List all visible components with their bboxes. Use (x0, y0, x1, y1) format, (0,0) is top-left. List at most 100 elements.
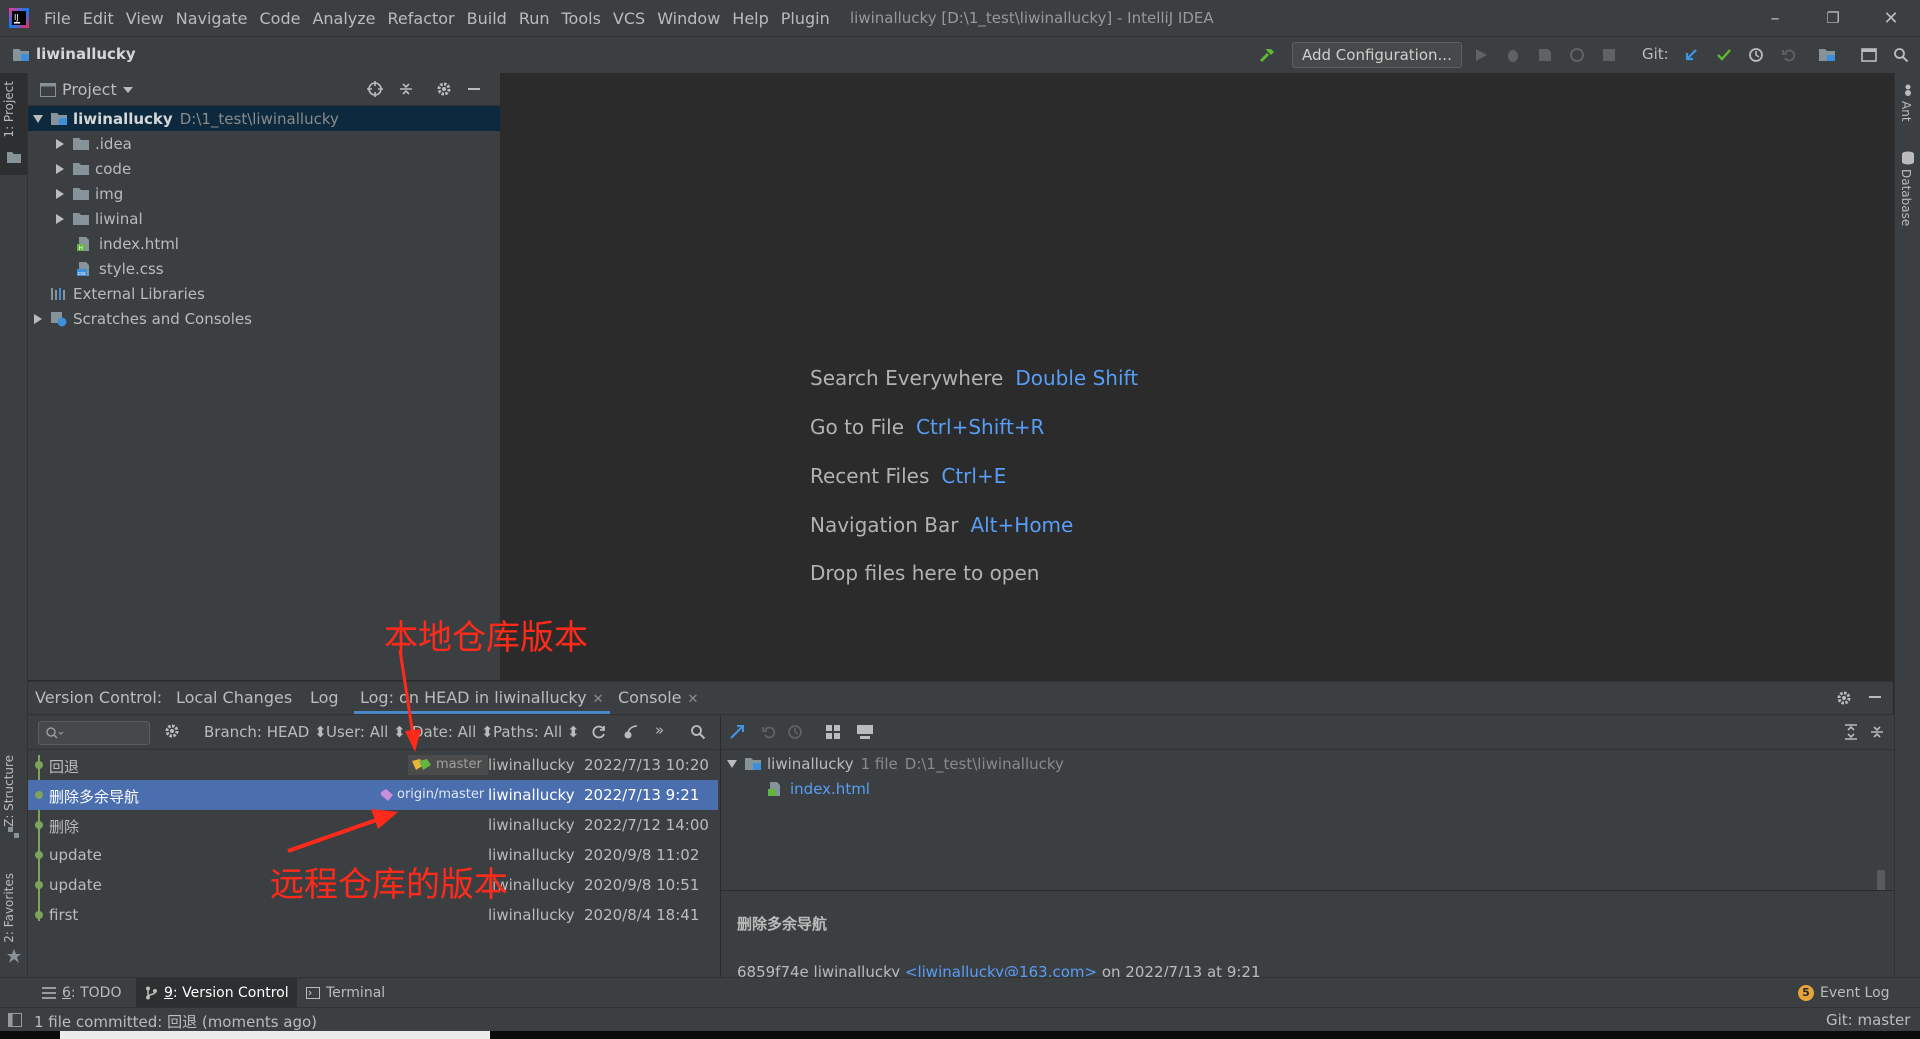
version-control-tool-tab[interactable]: 9: Version Control (136, 978, 297, 1008)
gear-icon[interactable] (434, 80, 454, 98)
git-branch-widget[interactable]: Git: master (1826, 1011, 1910, 1029)
paths-filter[interactable]: Paths: All ⬍ (493, 723, 580, 741)
tree-item-code[interactable]: code (28, 156, 500, 181)
profile-icon[interactable] (1566, 45, 1588, 65)
tree-item-external-libraries[interactable]: External Libraries (28, 281, 500, 306)
changes-root[interactable]: liwinallucky 1 file D:\1_test\liwinalluc… (721, 751, 1894, 776)
user-filter[interactable]: User: All ⬍ (326, 723, 406, 741)
presentation-icon[interactable] (1858, 45, 1880, 65)
menu-code[interactable]: Code (260, 9, 301, 28)
expand-arrow-icon[interactable] (54, 163, 66, 175)
todo-tool-tab[interactable]: 6: TODO (34, 978, 129, 1008)
project-tool-tab[interactable]: 1: Project (0, 73, 27, 175)
editor-area[interactable]: Search Everywhere Double Shift Go to File… (501, 73, 1893, 680)
commit-row[interactable]: 回退 master liwinallucky 2022/7/13 10:20 (28, 750, 718, 780)
menu-navigate[interactable]: Navigate (176, 9, 248, 28)
history-icon[interactable] (787, 724, 803, 740)
expand-arrow-icon[interactable] (32, 313, 44, 325)
expand-arrow-icon[interactable] (54, 138, 66, 150)
menu-tools[interactable]: Tools (562, 9, 601, 28)
git-commit-icon[interactable] (1713, 45, 1735, 65)
hide-panel-icon[interactable] (1868, 690, 1882, 704)
menu-window[interactable]: Window (657, 9, 720, 28)
search-everywhere-icon[interactable] (1890, 45, 1912, 65)
ant-tool-tab[interactable]: Ant (1895, 81, 1920, 131)
cherry-pick-icon[interactable] (623, 724, 639, 740)
tab-log-head[interactable]: Log: on HEAD in liwinallucky ✕ (354, 682, 610, 714)
menu-vcs[interactable]: VCS (613, 9, 645, 28)
close-button[interactable]: ✕ (1868, 0, 1914, 36)
close-tab-icon[interactable]: ✕ (593, 692, 604, 707)
git-history-icon[interactable] (1745, 45, 1767, 65)
commit-message: 删除多余导航 (49, 788, 140, 806)
menu-refactor[interactable]: Refactor (388, 9, 455, 28)
show-diff-icon[interactable] (729, 724, 747, 740)
log-search-input[interactable] (38, 721, 150, 745)
collapse-all-icon[interactable] (1869, 724, 1885, 740)
minimize-button[interactable]: – (1752, 0, 1798, 36)
menu-run[interactable]: Run (519, 9, 550, 28)
menu-file[interactable]: File (44, 9, 71, 28)
stop-icon[interactable] (1598, 45, 1620, 65)
add-configuration-button[interactable]: Add Configuration... (1292, 42, 1462, 68)
gear-icon[interactable] (1836, 690, 1852, 706)
menu-build[interactable]: Build (467, 9, 507, 28)
refresh-icon[interactable] (591, 724, 607, 740)
os-taskbar-window[interactable] (60, 1031, 490, 1039)
tree-item-idea[interactable]: .idea (28, 131, 500, 156)
ref-label-master[interactable]: master (408, 755, 488, 775)
menu-plugin[interactable]: Plugin (781, 9, 830, 28)
tree-item-index-html[interactable]: H index.html (28, 231, 500, 256)
tree-item-img[interactable]: img (28, 181, 500, 206)
expand-arrow-icon[interactable] (54, 213, 66, 225)
ref-label-origin-master[interactable]: origin/master (377, 785, 490, 805)
coverage-icon[interactable] (1534, 45, 1556, 65)
collapse-all-icon[interactable] (396, 80, 416, 98)
project-structure-icon[interactable] (1816, 45, 1838, 65)
show-details-icon[interactable] (856, 724, 874, 740)
menu-edit[interactable]: Edit (83, 9, 114, 28)
favorites-tool-tab[interactable]: 2: Favorites (0, 863, 27, 973)
event-log-tool-tab[interactable]: 5 Event Log (1790, 978, 1898, 1008)
project-breadcrumb[interactable]: liwinallucky (12, 45, 136, 63)
toggle-tool-windows-icon[interactable] (8, 1013, 22, 1027)
menu-analyze[interactable]: Analyze (312, 9, 375, 28)
branch-filter[interactable]: Branch: HEAD ⬍ (204, 723, 327, 741)
git-rollback-icon[interactable] (1778, 45, 1800, 65)
commit-row[interactable]: 删除 liwinallucky 2022/7/12 14:00 (28, 810, 718, 840)
git-update-icon[interactable] (1680, 45, 1702, 65)
tree-item-liwinal[interactable]: liwinal (28, 206, 500, 231)
revert-icon[interactable] (761, 724, 777, 740)
css-file-icon: css (76, 261, 94, 277)
close-tab-icon[interactable]: ✕ (688, 692, 699, 707)
menu-view[interactable]: View (126, 9, 164, 28)
tab-log[interactable]: Log (310, 682, 339, 714)
debug-icon[interactable] (1502, 45, 1524, 65)
structure-tool-tab[interactable]: Z: Structure (0, 745, 27, 845)
maximize-button[interactable]: ❐ (1810, 0, 1856, 36)
expand-arrow-icon[interactable] (726, 758, 738, 770)
more-actions-icon[interactable]: » (655, 721, 664, 739)
run-icon[interactable] (1470, 45, 1492, 65)
commit-row-selected[interactable]: 删除多余导航 origin/master liwinallucky 2022/7… (28, 780, 718, 810)
project-view-selector[interactable]: Project (40, 80, 133, 99)
database-tool-tab[interactable]: Database (1895, 149, 1920, 239)
tree-item-scratches[interactable]: Scratches and Consoles (28, 306, 500, 331)
gear-icon[interactable] (164, 723, 180, 739)
terminal-tool-tab[interactable]: Terminal (298, 978, 393, 1008)
tab-local-changes[interactable]: Local Changes (176, 682, 292, 714)
locate-target-icon[interactable] (365, 80, 385, 98)
tree-item-style-css[interactable]: css style.css (28, 256, 500, 281)
menu-help[interactable]: Help (732, 9, 768, 28)
changed-file-index-html[interactable]: index.html (721, 776, 1894, 801)
build-hammer-icon[interactable] (1256, 45, 1278, 65)
expand-arrow-icon[interactable] (54, 188, 66, 200)
hide-panel-icon[interactable] (464, 80, 484, 98)
group-by-icon[interactable] (825, 724, 841, 740)
search-icon[interactable] (690, 724, 706, 740)
tree-item-root[interactable]: liwinallucky D:\1_test\liwinallucky (28, 106, 500, 131)
date-filter[interactable]: Date: All ⬍ (412, 723, 494, 741)
expand-all-icon[interactable] (1843, 724, 1859, 740)
tab-console[interactable]: Console ✕ (618, 682, 698, 714)
expand-arrow-icon[interactable] (32, 113, 44, 125)
